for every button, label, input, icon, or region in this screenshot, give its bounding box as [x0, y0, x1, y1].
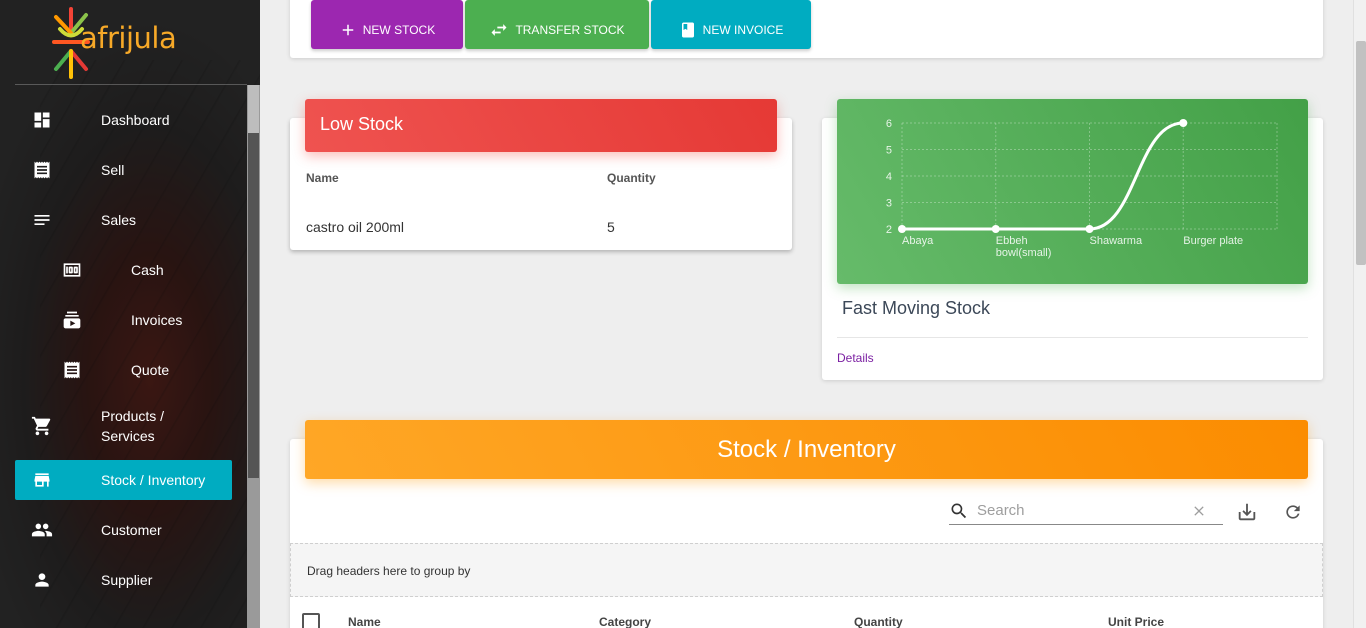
sidebar-item-invoices[interactable]: Invoices: [15, 300, 232, 340]
sidebar-item-label: Cash: [131, 262, 164, 278]
sidebar-item-label: Invoices: [131, 312, 183, 328]
search-field: [949, 497, 1223, 525]
fast-moving-chart-svg: 2 3 4 5 6 Abaya Ebbeh bowl(small) Shawarma Burger…: [886, 118, 1278, 259]
export-button[interactable]: [1235, 500, 1259, 524]
sidebar-item-label: Stock / Inventory: [101, 472, 206, 488]
receipt-icon: [61, 359, 83, 381]
close-icon[interactable]: [1191, 503, 1207, 519]
sidebar: afrijula Dashboard Sell Sales Cash Invoi…: [0, 0, 260, 628]
fast-moving-divider: [837, 337, 1308, 338]
sidebar-item-products-services[interactable]: Products / Services: [15, 400, 232, 452]
money-icon: [61, 259, 83, 281]
sidebar-item-label: Sell: [101, 162, 125, 178]
y-tick-label: 6: [886, 118, 892, 130]
low-stock-item-name: castro oil 200ml: [306, 219, 405, 235]
low-stock-item-quantity: 5: [607, 219, 615, 235]
people-icon: [31, 519, 53, 541]
dashboard-icon: [31, 109, 53, 131]
brand-name: afrijula: [80, 21, 177, 55]
refresh-button[interactable]: [1281, 500, 1305, 524]
sidebar-item-label: Customer: [101, 522, 162, 538]
swap-icon: [491, 23, 507, 36]
column-header-quantity[interactable]: Quantity: [854, 615, 903, 628]
sidebar-item-sales[interactable]: Sales: [15, 200, 232, 240]
fast-moving-chart: 2 3 4 5 6 Abaya Ebbeh bowl(small) Shawarma Burger…: [837, 99, 1308, 284]
subscriptions-icon: [61, 309, 83, 331]
select-all-checkbox[interactable]: [302, 613, 320, 628]
cart-icon: [31, 415, 53, 437]
new-stock-label: NEW STOCK: [362, 22, 436, 37]
column-header-name[interactable]: Name: [348, 615, 381, 628]
low-stock-col-name[interactable]: Name: [306, 171, 339, 185]
list-icon: [31, 209, 53, 231]
page-scrollbar[interactable]: [1353, 0, 1366, 628]
fast-moving-title: Fast Moving Stock: [842, 298, 991, 318]
y-tick-label: 5: [886, 145, 892, 157]
column-header-category[interactable]: Category: [599, 615, 651, 628]
low-stock-col-quantity[interactable]: Quantity: [607, 171, 656, 185]
add-icon: [342, 24, 354, 35]
brand-logo[interactable]: afrijula: [48, 2, 188, 82]
group-by-dropzone[interactable]: Drag headers here to group by: [290, 543, 1323, 597]
sidebar-item-label: Dashboard: [101, 112, 170, 128]
x-tick-label: Shawarma: [1090, 235, 1143, 247]
sidebar-item-stock-inventory[interactable]: Stock / Inventory: [15, 460, 232, 500]
search-icon: [951, 503, 967, 519]
data-point[interactable]: [898, 225, 906, 233]
x-tick-label: Ebbeh bowl(small): [996, 235, 1052, 259]
data-point[interactable]: [1085, 225, 1094, 233]
sidebar-item-supplier[interactable]: Supplier: [15, 560, 232, 600]
inventory-header: Stock / Inventory: [305, 420, 1308, 479]
logo-divider: [15, 84, 247, 85]
y-tick-label: 3: [886, 198, 892, 210]
y-tick-label: 4: [886, 171, 892, 183]
sidebar-item-cash[interactable]: Cash: [15, 250, 232, 290]
sidebar-scrollbar-track-top: [248, 85, 259, 133]
new-invoice-label: NEW INVOICE: [702, 22, 784, 37]
new-stock-button[interactable]: NEW STOCK: [311, 0, 463, 49]
sidebar-item-dashboard[interactable]: Dashboard: [15, 100, 232, 140]
search-input[interactable]: [977, 499, 1177, 521]
sidebar-item-label: Products / Services: [101, 408, 165, 444]
sidebar-item-label: Sales: [101, 212, 137, 228]
column-header-unit-price[interactable]: Unit Price: [1108, 615, 1164, 628]
low-stock-header: Low Stock: [305, 99, 777, 152]
receipt-icon: [31, 159, 53, 181]
fast-moving-details-link[interactable]: Details: [837, 351, 874, 365]
refresh-icon: [1286, 505, 1300, 519]
transfer-stock-label: TRANSFER STOCK: [515, 22, 625, 37]
sidebar-scrollbar-thumb[interactable]: [248, 133, 259, 478]
x-tick-label: Burger plate: [1183, 235, 1243, 247]
sidebar-scrollbar[interactable]: [247, 85, 260, 628]
sidebar-item-label: Supplier: [101, 572, 153, 588]
sidebar-nav: Dashboard Sell Sales Cash Invoices Quote…: [15, 100, 232, 610]
sidebar-item-sell[interactable]: Sell: [15, 150, 232, 190]
new-invoice-button[interactable]: NEW INVOICE: [651, 0, 811, 49]
bookmark-icon: [681, 22, 694, 37]
sidebar-item-quote[interactable]: Quote: [15, 350, 232, 390]
data-point[interactable]: [991, 225, 1000, 233]
person-icon: [31, 569, 53, 591]
sidebar-item-customer[interactable]: Customer: [15, 510, 232, 550]
store-icon: [31, 469, 53, 491]
page-scrollbar-thumb[interactable]: [1356, 41, 1366, 265]
transfer-stock-button[interactable]: TRANSFER STOCK: [465, 0, 649, 49]
y-tick-label: 2: [886, 224, 892, 236]
data-point[interactable]: [1179, 119, 1188, 127]
download-icon: [1238, 503, 1256, 521]
sidebar-item-label: Quote: [131, 362, 170, 378]
x-tick-label: Abaya: [902, 235, 934, 247]
